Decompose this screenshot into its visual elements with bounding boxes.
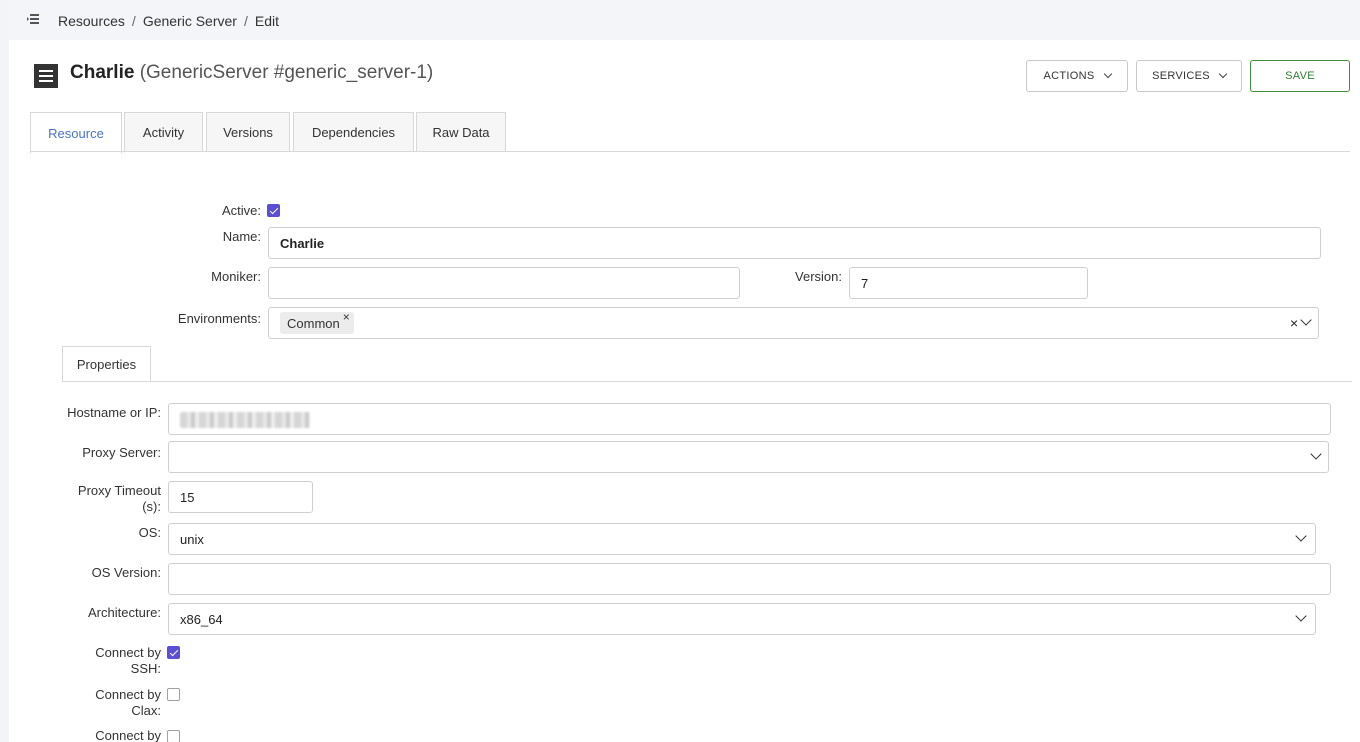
clax-label: Connect by Clax: [95, 687, 161, 718]
environment-chip-label: Common [287, 315, 340, 331]
tab-versions[interactable]: Versions [206, 112, 290, 152]
breadcrumb-resources[interactable]: Resources [58, 13, 125, 29]
version-field[interactable]: 7 [849, 267, 1088, 299]
environments-select[interactable] [268, 307, 1319, 339]
active-checkbox[interactable] [267, 204, 280, 217]
chevron-down-icon [1103, 69, 1112, 79]
tab-divider [30, 151, 1350, 152]
architecture-label: Architecture: [88, 605, 161, 620]
proxy-server-select[interactable] [168, 441, 1329, 473]
breadcrumb-edit: Edit [254, 13, 279, 29]
menu-collapse-icon[interactable] [27, 14, 39, 24]
tab-properties[interactable]: Properties [62, 346, 151, 382]
resource-name: Charlie [70, 62, 135, 83]
breadcrumb: Resources / Generic Server / Edit [58, 13, 279, 29]
architecture-select[interactable]: x86_64 [168, 603, 1316, 635]
os-version-field[interactable] [168, 563, 1331, 595]
proxy-timeout-field[interactable]: 15 [168, 481, 313, 513]
proxy-server-label: Proxy Server: [82, 445, 161, 460]
moniker-field[interactable] [268, 267, 740, 299]
properties-divider [62, 381, 1352, 382]
tab-dependencies[interactable]: Dependencies [293, 112, 414, 152]
name-field[interactable]: Charlie [268, 227, 1321, 259]
os-version-label: OS Version: [91, 565, 161, 580]
services-label: SERVICES [1152, 70, 1210, 82]
left-sidebar-strip [0, 0, 9, 742]
save-label: SAVE [1285, 70, 1315, 82]
actions-label: ACTIONS [1043, 70, 1095, 82]
tab-activity[interactable]: Activity [124, 112, 203, 152]
ssh-checkbox[interactable] [167, 646, 180, 659]
active-label: Active: [221, 203, 261, 218]
page-title: Charlie (GenericServer #generic_server-1… [70, 62, 433, 84]
hostname-field[interactable] [168, 403, 1331, 435]
ssh-label: Connect by SSH: [95, 645, 161, 676]
chip-remove-icon[interactable]: × [343, 310, 350, 324]
os-select[interactable]: unix [168, 523, 1316, 555]
save-button[interactable]: SAVE [1250, 60, 1350, 92]
document-list-icon [34, 64, 58, 88]
proxy-timeout-label: Proxy Timeout (s): [77, 483, 161, 514]
tab-resource[interactable]: Resource [30, 112, 122, 153]
environment-chip-common: Common × [280, 310, 354, 334]
hostname-label: Hostname or IP: [67, 405, 161, 420]
chevron-down-icon [1218, 69, 1228, 79]
os-label: OS: [138, 525, 161, 540]
connect-by-checkbox[interactable] [167, 730, 180, 742]
actions-button[interactable]: ACTIONS [1026, 60, 1128, 92]
resource-subtitle: (GenericServer #generic_server-1) [139, 62, 434, 83]
clear-icon[interactable]: × [1290, 315, 1298, 331]
tab-raw-data[interactable]: Raw Data [416, 112, 506, 152]
clax-checkbox[interactable] [167, 688, 180, 701]
moniker-label: Moniker: [211, 269, 261, 284]
services-button[interactable]: SERVICES [1136, 60, 1242, 92]
breadcrumb-generic-server[interactable]: Generic Server [143, 13, 237, 29]
version-label: Version: [795, 269, 842, 284]
environments-label: Environments: [177, 311, 261, 326]
redacted-hostname [180, 412, 310, 428]
connect-by-label: Connect by [95, 728, 161, 742]
name-label: Name: [222, 229, 261, 244]
